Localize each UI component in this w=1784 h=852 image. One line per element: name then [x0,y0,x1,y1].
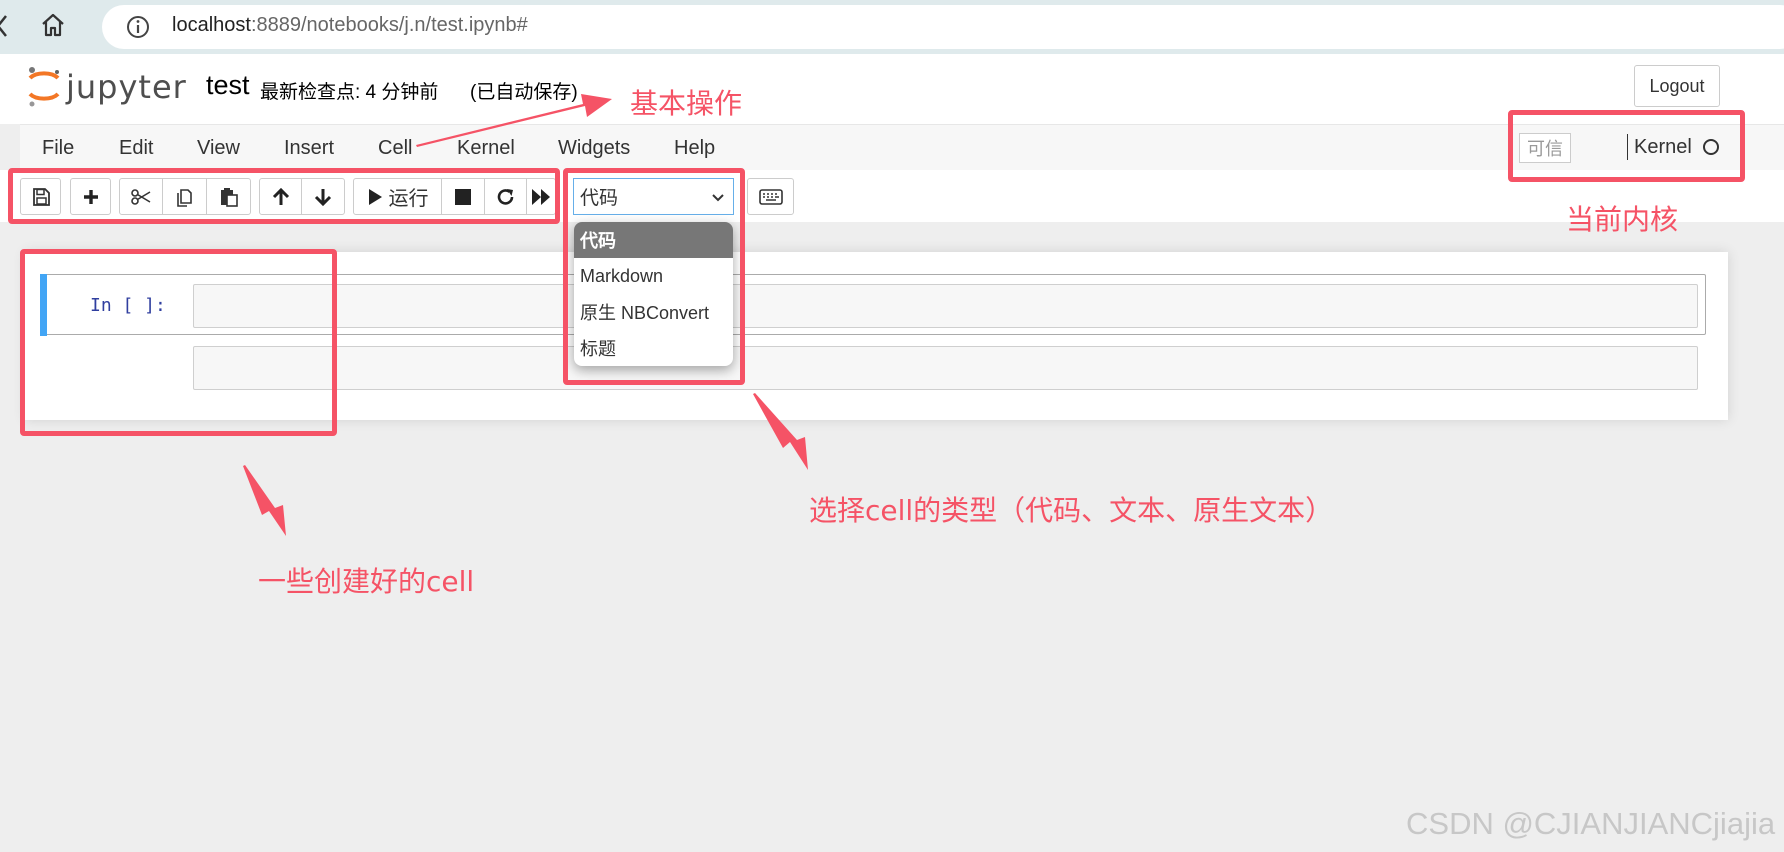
command-palette-button[interactable] [747,178,794,215]
annotation-cells: 一些创建好的cell [258,565,475,598]
annotation-cell-type: 选择cell的类型（代码、文本、原生文本） [809,494,1334,527]
notebook-title[interactable]: test [206,70,250,101]
menu-insert[interactable]: Insert [284,137,334,160]
info-icon[interactable] [126,15,150,39]
menu-kernel[interactable]: Kernel [457,137,515,160]
menu-widgets[interactable]: Widgets [558,137,630,160]
annotation-box-toolbar [8,168,560,224]
arrow-cells [243,465,286,536]
annotation-box-kernel [1508,110,1745,182]
url-text: localhost:8889/notebooks/j.n/test.ipynb# [172,14,528,37]
annotation-box-cell-type [563,168,745,385]
logout-button[interactable]: Logout [1634,65,1720,107]
jupyter-logo-icon[interactable] [24,64,64,108]
menu-cell[interactable]: Cell [378,137,412,160]
autosave-status: (已自动保存) [470,82,578,103]
annotation-current-kernel: 当前内核 [1566,203,1679,236]
keyboard-icon [758,188,783,205]
menu-file[interactable]: File [42,137,74,160]
menu-edit[interactable]: Edit [119,137,153,160]
annotation-basic-ops: 基本操作 [630,87,743,120]
annotation-box-cells [20,249,337,436]
menu-help[interactable]: Help [674,137,715,160]
url-path: :8889/notebooks/j.n/test.ipynb# [250,14,528,36]
menu-view[interactable]: View [197,137,240,160]
back-icon[interactable] [0,12,10,40]
jupyter-wordmark: jupyter [66,68,187,106]
cell-input-area[interactable] [193,346,1698,390]
cell-input-area[interactable] [193,284,1698,328]
url-host: localhost [172,14,251,36]
watermark: CSDN @CJIANJIANCjiajia [1406,806,1776,841]
checkpoint-status: 最新检查点: 4 分钟前 [260,82,439,103]
home-icon[interactable] [40,12,66,38]
